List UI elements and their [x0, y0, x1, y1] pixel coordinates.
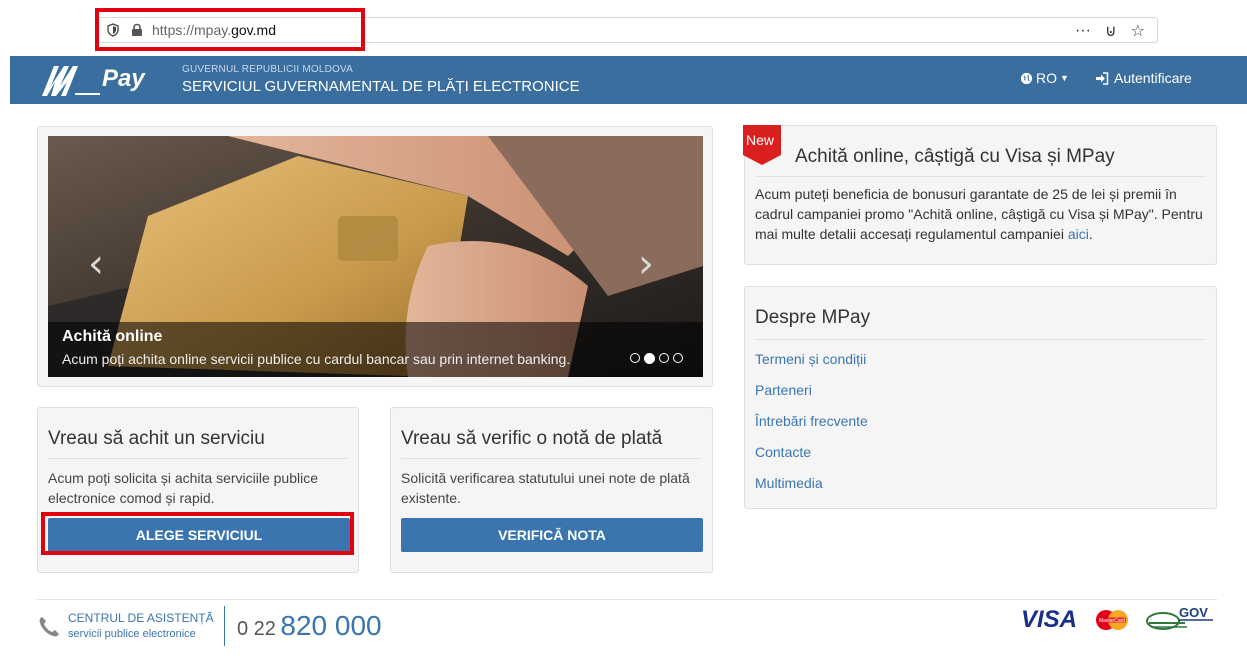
sign-in-icon [1096, 71, 1109, 85]
mpay-logo[interactable]: Pay [40, 60, 170, 100]
divider [48, 458, 348, 459]
star-icon[interactable]: ☆ [1131, 21, 1145, 41]
globe-icon [1020, 72, 1033, 84]
login-label: Autentificare [1114, 70, 1192, 86]
verify-note-panel: Vreau să verific o notă de plată Solicit… [390, 407, 713, 573]
carousel-prev-arrow[interactable]: ‹ [88, 241, 104, 287]
caption-text: Acum poți achita online servicii publice… [62, 351, 571, 367]
promo-title: Achită online, câștigă cu Visa și MPay [795, 146, 1115, 167]
site-header: Pay GUVERNUL REPUBLICII MOLDOVA SERVICIU… [10, 56, 1247, 104]
url-scheme-host: https://mpay. [152, 22, 232, 38]
pay-service-panel: Vreau să achit un serviciu Acum poți sol… [37, 407, 359, 573]
verify-note-text: Solicită verificarea statutului unei not… [401, 470, 690, 506]
phone-icon [39, 617, 59, 637]
multimedia-link[interactable]: Multimedia [755, 473, 868, 504]
carousel-dot[interactable] [659, 353, 669, 363]
help-center-title[interactable]: CENTRUL DE ASISTENȚĂ [68, 611, 214, 625]
gov-logo: GOV [1146, 605, 1213, 630]
promo-rules-link[interactable]: aici [1068, 226, 1089, 242]
carousel-panel: ‹ › Achită online Acum poți achita onlin… [37, 126, 713, 387]
divider [401, 458, 702, 459]
new-badge: New [743, 125, 781, 165]
about-links: Termeni și condiții Parteneri Întrebări … [755, 349, 868, 504]
divider [755, 339, 1206, 340]
promo-period: . [1088, 226, 1093, 242]
pay-service-title: Vreau să achit un serviciu [48, 428, 265, 449]
phone-prefix: 0 22 [237, 618, 276, 640]
visa-logo: VISA [1021, 606, 1078, 633]
language-label: RO [1036, 70, 1057, 86]
verify-note-title: Vreau să verific o notă de plată [401, 428, 663, 449]
more-dots-icon[interactable]: ··· [1075, 22, 1091, 40]
about-title: Despre MPay [755, 307, 871, 328]
promo-body: Acum puteți beneficia de bonusuri garant… [755, 186, 1203, 242]
support-phone: 0 22 820 000 [237, 610, 382, 642]
caption-title: Achită online [62, 328, 163, 345]
carousel[interactable]: ‹ › Achită online Acum poți achita onlin… [48, 136, 703, 377]
carousel-caption: Achită online Acum poți achita online se… [48, 322, 703, 377]
promo-panel: New Achită online, câștigă cu Visa și MP… [743, 125, 1217, 265]
shield-icon[interactable] [106, 23, 120, 37]
contacts-link[interactable]: Contacte [755, 442, 868, 473]
browser-toolbar: https://mpay.gov.md ··· ⊍ ☆ [0, 0, 1247, 48]
carousel-dot[interactable] [630, 353, 640, 363]
help-center-subtitle[interactable]: servicii publice electronice [68, 628, 196, 640]
phone-main: 820 000 [280, 610, 382, 641]
about-panel: Despre MPay Termeni și condiții Partener… [744, 286, 1217, 509]
gov-label: GOV [1179, 605, 1208, 620]
footer-divider [37, 599, 1217, 600]
choose-service-button[interactable]: ALEGE SERVICIUL [48, 518, 350, 552]
footer-separator [224, 606, 225, 646]
lock-icon[interactable] [130, 23, 144, 37]
pocket-icon[interactable]: ⊍ [1105, 21, 1117, 41]
language-selector[interactable]: RO ▼ [1020, 70, 1069, 86]
verify-note-button[interactable]: VERIFICĂ NOTA [401, 518, 703, 552]
mastercard-label: MasterCard [1099, 618, 1125, 624]
carousel-dot[interactable] [673, 353, 683, 363]
address-bar[interactable]: https://mpay.gov.md ··· ⊍ ☆ [95, 17, 1158, 43]
new-badge-label: New [746, 132, 775, 148]
pay-service-text: Acum poți solicita și achita serviciile … [48, 470, 318, 506]
mastercard-logo: MasterCard [1096, 610, 1128, 630]
carousel-indicators [630, 353, 683, 364]
terms-link[interactable]: Termeni și condiții [755, 349, 868, 380]
service-title: SERVICIUL GUVERNAMENTAL DE PLĂȚI ELECTRO… [182, 78, 580, 95]
carousel-dot-active[interactable] [644, 353, 655, 364]
url-text[interactable]: https://mpay.gov.md [152, 22, 276, 38]
promo-text: Acum puteți beneficia de bonusuri garant… [755, 184, 1215, 244]
faq-link[interactable]: Întrebări frecvente [755, 411, 868, 442]
partners-link[interactable]: Parteneri [755, 380, 868, 411]
svg-text:Pay: Pay [102, 65, 146, 92]
divider [755, 176, 1206, 177]
gov-subtitle: GUVERNUL REPUBLICII MOLDOVA [182, 64, 353, 75]
login-link[interactable]: Autentificare [1095, 70, 1192, 86]
carousel-next-arrow[interactable]: › [638, 241, 654, 287]
caret-down-icon: ▼ [1060, 73, 1069, 83]
url-domain: gov.md [231, 22, 276, 38]
